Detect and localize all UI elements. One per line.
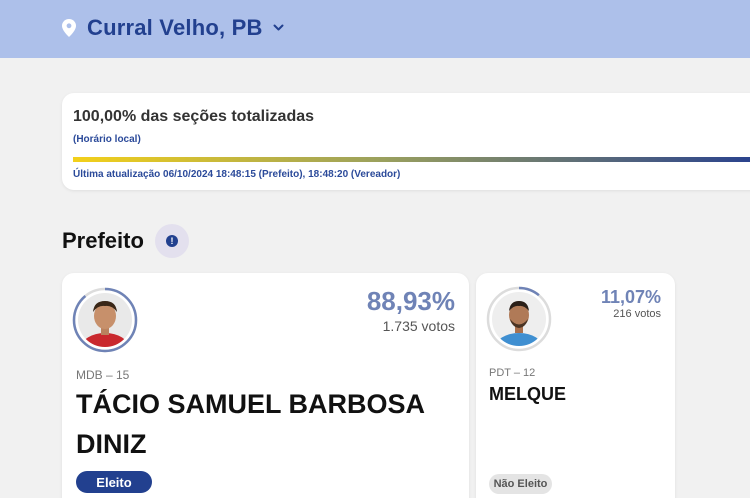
location-selector[interactable]: Curral Velho, PB [62, 12, 285, 44]
candidate-avatar [72, 287, 138, 353]
candidate-avatar [486, 286, 552, 352]
vote-count: 1.735 votos [382, 318, 455, 334]
elected-badge: Eleito [76, 471, 152, 493]
info-icon: ! [166, 235, 178, 247]
totalization-progress-bar [73, 157, 750, 162]
candidate-card[interactable]: 88,93% 1.735 votos MDB – 15 TÁCIO SAMUEL… [62, 273, 469, 498]
info-button[interactable]: ! [155, 224, 189, 258]
last-update-text: Última atualização 06/10/2024 18:48:15 (… [73, 169, 401, 180]
candidate-name: TÁCIO SAMUEL BARBOSA DINIZ [76, 389, 425, 459]
candidate-card[interactable]: 11,07% 216 votos PDT – 12 MELQUE Não Ele… [476, 273, 675, 498]
vote-percentage: 11,07% [600, 287, 661, 307]
party-number: MDB – 15 [76, 368, 130, 382]
party-number: PDT – 12 [489, 367, 536, 379]
progress-fill [73, 157, 750, 162]
location-pin-icon [62, 19, 78, 37]
location-name: Curral Velho, PB [87, 15, 263, 40]
not-elected-badge: Não Eleito [489, 474, 552, 494]
section-title: Prefeito [62, 228, 144, 253]
totalization-status-card: 100,00% das seções totalizadas (Horário … [62, 93, 750, 190]
vote-count: 216 votos [613, 308, 661, 320]
local-time-note: (Horário local) [73, 134, 141, 145]
totalization-percentage: 100,00% das seções totalizadas [73, 108, 315, 125]
location-header: Curral Velho, PB [0, 0, 750, 58]
chevron-down-icon [273, 22, 285, 34]
candidate-name: MELQUE [489, 384, 567, 404]
vote-percentage: 88,93% [366, 286, 455, 316]
